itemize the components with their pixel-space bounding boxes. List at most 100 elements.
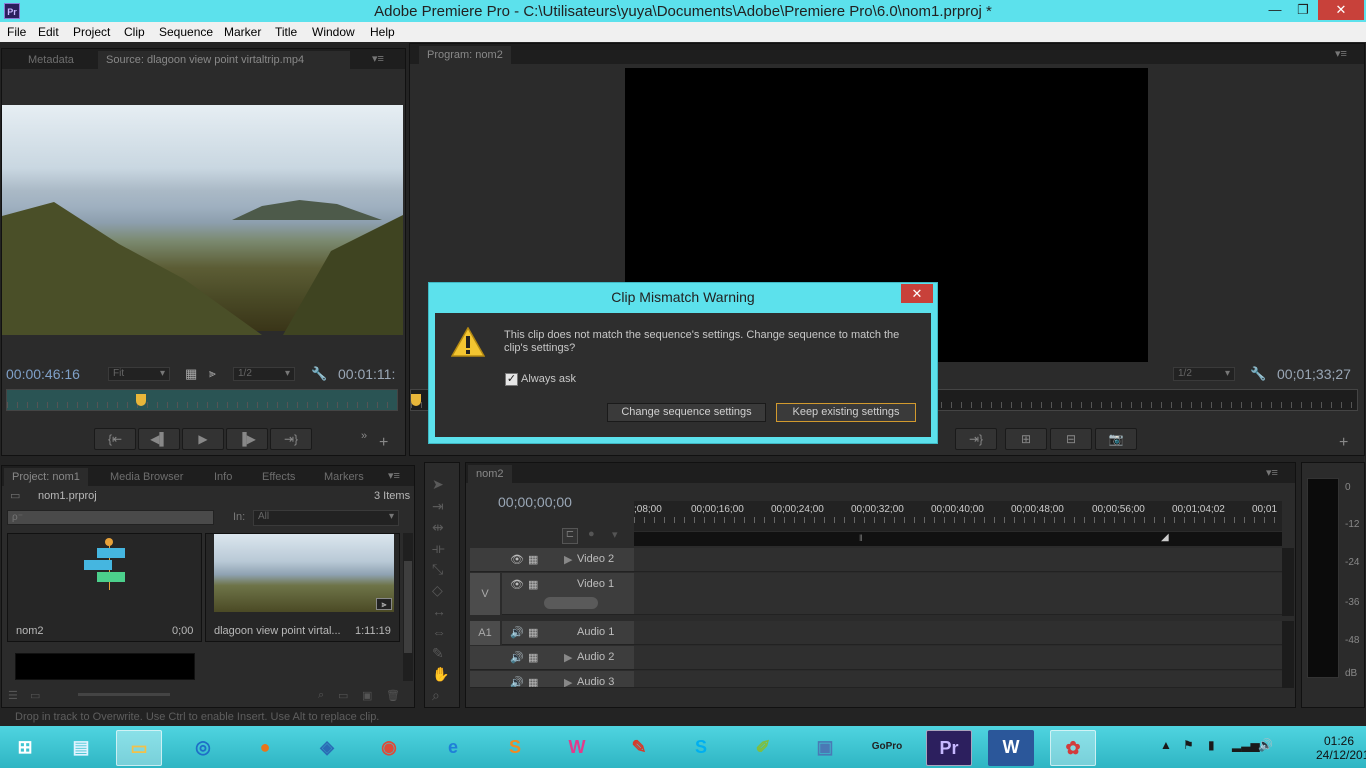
extra-item-thumbnail[interactable]	[15, 653, 195, 680]
tab-markers[interactable]: Markers	[316, 468, 372, 486]
menu-clip[interactable]: Clip	[124, 25, 145, 39]
trash-icon[interactable]: 🗑	[386, 689, 400, 702]
volume-icon[interactable]: 🔊	[1258, 738, 1273, 752]
list-view-icon[interactable]: ☰	[8, 689, 18, 702]
safari-icon[interactable]: ◎	[180, 730, 226, 766]
tab-effects[interactable]: Effects	[254, 468, 303, 486]
tab-source[interactable]: Source: dlagoon view point virtaltrip.mp…	[98, 51, 350, 69]
maximize-button[interactable]: ❐	[1290, 0, 1316, 20]
search-icon[interactable]: ⌕	[318, 689, 324, 702]
menu-help[interactable]: Help	[370, 25, 395, 39]
panel-menu-icon[interactable]: ▾≡	[372, 52, 384, 65]
zoom-slider[interactable]	[78, 693, 170, 696]
add-button-icon[interactable]: +	[379, 434, 388, 452]
step-back-button[interactable]: ◀▌	[138, 428, 180, 450]
add-marker-icon[interactable]: ▾	[612, 528, 618, 541]
program-resolution-dropdown[interactable]: 1/2	[1173, 367, 1235, 381]
track-header-video-2[interactable]: 👁 ▦ ▶ Video 2	[470, 548, 634, 572]
tab-project[interactable]: Project: nom1	[4, 468, 88, 486]
tray-arrow-icon[interactable]: ▲	[1160, 738, 1172, 752]
sublime-icon[interactable]: S	[492, 730, 538, 766]
step-forward-button[interactable]: ▐▶	[226, 428, 268, 450]
speaker-icon[interactable]: 🔊	[510, 676, 524, 687]
project-scrollbar[interactable]	[403, 533, 413, 681]
skype-icon[interactable]: S	[678, 730, 724, 766]
pen-tool-icon[interactable]: ✎	[432, 645, 444, 662]
ccleaner-icon[interactable]: ✎	[616, 730, 662, 766]
source-resolution-dropdown[interactable]: 1/2	[233, 367, 295, 381]
track-audio-1[interactable]	[634, 621, 1282, 645]
expand-triangle-icon[interactable]: ▶	[564, 553, 572, 566]
film-icon[interactable]: ▦	[185, 366, 197, 382]
icon-view-icon[interactable]: ▭	[30, 689, 40, 702]
change-sequence-settings-button[interactable]: Change sequence settings	[607, 403, 766, 422]
snap-icon[interactable]: ⊏	[562, 528, 578, 544]
video-target-tag[interactable]: V	[470, 573, 500, 615]
fit-dropdown[interactable]: Fit	[108, 367, 170, 381]
hand-tool-icon[interactable]: ✋	[432, 666, 449, 683]
dialog-close-button[interactable]: ✕	[901, 284, 933, 303]
tab-media-browser[interactable]: Media Browser	[102, 468, 191, 486]
track-header-audio-3[interactable]: 🔊 ▦ ▶ Audio 3	[470, 671, 634, 688]
paint-icon[interactable]: ✿	[1050, 730, 1096, 766]
ripple-edit-tool-icon[interactable]: ⇹	[432, 519, 444, 536]
minimize-button[interactable]: —	[1262, 0, 1288, 20]
panel-menu-icon[interactable]: ▾≡	[1335, 47, 1347, 60]
audio-target-tag[interactable]: A1	[470, 621, 500, 645]
speaker-icon[interactable]: 🔊	[510, 626, 524, 639]
always-ask-checkbox[interactable]: ✓	[505, 373, 518, 386]
in-filter-dropdown[interactable]: All	[253, 510, 399, 526]
gopro-icon[interactable]: GoPro	[864, 730, 910, 766]
program-playhead[interactable]	[411, 394, 421, 406]
project-search-input[interactable]	[7, 510, 214, 525]
timeline-timecode[interactable]: 00;00;00;00	[498, 494, 572, 510]
notepadpp-icon[interactable]: ✐	[740, 730, 786, 766]
extract-button[interactable]: ⊟	[1050, 428, 1092, 450]
close-button[interactable]: ✕	[1318, 0, 1364, 20]
folder-icon[interactable]: ▭	[116, 730, 162, 766]
play-button[interactable]: ▶	[182, 428, 224, 450]
tab-info[interactable]: Info	[206, 468, 240, 486]
battery-icon[interactable]: ▮	[1208, 738, 1215, 752]
taskbar-clock[interactable]: 01:26 24/12/2014	[1316, 734, 1366, 762]
sync-lock-icon[interactable]: ▦	[528, 626, 538, 639]
timeline-zoom-bar[interactable]: ‖ ◢	[634, 532, 1282, 546]
razor-tool-icon[interactable]: ◇	[432, 582, 443, 599]
marker-icon[interactable]: ●	[588, 528, 595, 540]
zoom-tool-icon[interactable]: ⌕	[432, 687, 440, 704]
sync-lock-icon[interactable]: ▦	[528, 651, 538, 664]
track-video-1[interactable]	[634, 573, 1282, 615]
panel-menu-icon[interactable]: ▾≡	[1266, 466, 1278, 479]
slide-tool-icon[interactable]: ⇔	[432, 624, 446, 640]
remote-desktop-icon[interactable]: ▣	[802, 730, 848, 766]
mark-in-button[interactable]: {⇤	[94, 428, 136, 450]
word-icon[interactable]: W	[988, 730, 1034, 766]
selection-tool-icon[interactable]: ➤	[432, 476, 444, 493]
tab-timeline-nom2[interactable]: nom2	[468, 465, 512, 483]
expand-triangle-icon[interactable]: ▶	[564, 651, 572, 664]
rate-stretch-tool-icon[interactable]: ⤡	[432, 561, 443, 578]
track-header-audio-1[interactable]: 🔊 ▦ Audio 1	[502, 621, 634, 645]
new-bin-icon[interactable]: ▭	[338, 689, 348, 702]
new-item-icon[interactable]: ▣	[362, 689, 372, 702]
source-time-ruler[interactable]	[6, 389, 398, 411]
panel-menu-icon[interactable]: ▾≡	[388, 469, 400, 482]
lift-button[interactable]: ⊞	[1005, 428, 1047, 450]
file-explorer-icon[interactable]: ▤	[58, 730, 104, 766]
menu-title[interactable]: Title	[275, 25, 297, 39]
track-header-video-1[interactable]: 👁 ▦ Video 1	[502, 573, 634, 615]
premiere-icon[interactable]: Pr	[926, 730, 972, 766]
video-tracks-scrollbar[interactable]	[1282, 548, 1294, 616]
menu-window[interactable]: Window	[312, 25, 355, 39]
track-audio-2[interactable]	[634, 646, 1282, 670]
speaker-icon[interactable]: 🔊	[510, 651, 524, 664]
keep-existing-settings-button[interactable]: Keep existing settings	[776, 403, 916, 422]
tab-metadata[interactable]: Metadata	[20, 51, 82, 69]
start-icon[interactable]: ⊞	[2, 730, 48, 766]
wamp-icon[interactable]: W	[554, 730, 600, 766]
audio-waveform-icon[interactable]: ⫸	[209, 366, 216, 381]
track-select-tool-icon[interactable]: ⇥	[432, 498, 444, 515]
film-icon[interactable]: ▦	[528, 553, 538, 566]
source-timecode-in[interactable]: 00:00:46:16	[6, 366, 80, 382]
rolling-edit-tool-icon[interactable]: ⟛	[432, 540, 445, 557]
